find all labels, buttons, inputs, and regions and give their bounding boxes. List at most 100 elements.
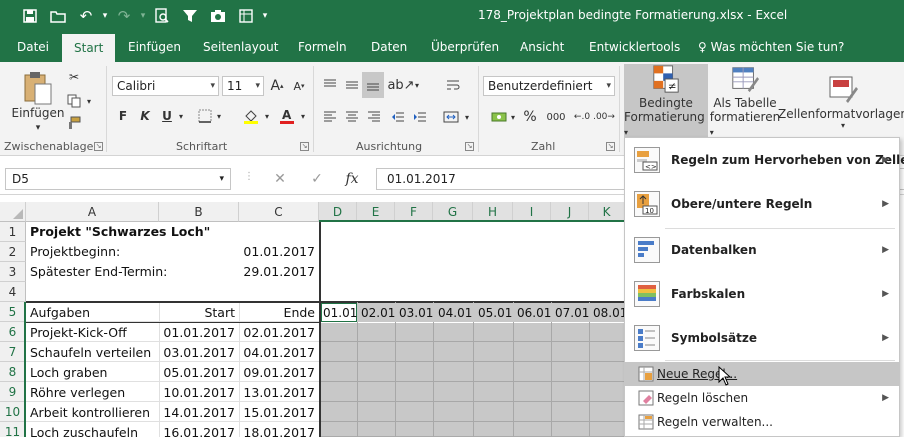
project-title-cell[interactable]: Projekt "Schwarzes Loch" xyxy=(30,222,210,242)
number-launcher-icon[interactable]: ↘ xyxy=(606,142,615,151)
copy-icon[interactable] xyxy=(64,92,84,110)
print-preview-icon[interactable] xyxy=(148,0,176,32)
tab-daten[interactable]: Daten xyxy=(371,32,407,62)
save-icon[interactable] xyxy=(16,0,44,32)
tab-entwicklertools[interactable]: Entwicklertools xyxy=(589,32,680,62)
orientation-icon[interactable]: ab↗ xyxy=(387,74,414,96)
column-header-g[interactable]: G xyxy=(433,202,473,222)
confirm-icon[interactable]: ✓ xyxy=(305,169,329,189)
merge-center-icon[interactable] xyxy=(440,106,462,128)
clipboard-launcher-icon[interactable]: ↘ xyxy=(94,142,103,151)
task-start[interactable]: 05.01.2017 xyxy=(159,363,235,383)
bold-button[interactable]: F xyxy=(114,106,132,126)
row-header-6[interactable]: 6 xyxy=(0,322,26,342)
paste-button[interactable] xyxy=(18,68,58,108)
row-header-3[interactable]: 3 xyxy=(0,262,26,282)
task-end[interactable]: 09.01.2017 xyxy=(239,363,315,383)
wrap-text-icon[interactable] xyxy=(442,74,464,96)
align-center-icon[interactable] xyxy=(342,106,362,128)
underline-dropdown-icon[interactable]: ▾ xyxy=(176,106,186,126)
font-color-dropdown-icon[interactable]: ▾ xyxy=(298,106,308,126)
task-start[interactable]: 16.01.2017 xyxy=(159,423,235,437)
cut-icon[interactable]: ✂ xyxy=(64,68,84,86)
date-cell[interactable]: 01.01 xyxy=(323,303,357,323)
thousands-separator-button[interactable]: 000 xyxy=(544,106,568,128)
column-header-j[interactable]: J xyxy=(551,202,589,222)
align-left-icon[interactable] xyxy=(320,106,340,128)
column-header-e[interactable]: E xyxy=(357,202,395,222)
redo-dropdown-icon[interactable]: ▾ xyxy=(138,11,148,21)
borders-icon[interactable] xyxy=(194,106,216,126)
menu-item-new-rule[interactable]: Neue Regel... xyxy=(625,362,899,386)
cell-styles-button[interactable]: Zellenformatvorlagen ▾ xyxy=(778,64,904,138)
name-box[interactable]: D5 ▾ xyxy=(5,168,231,190)
menu-item-icon-sets[interactable]: Symbolsätze ▶ xyxy=(625,320,899,356)
font-name-combo[interactable]: Calibri ▾ xyxy=(112,76,219,96)
column-header-i[interactable]: I xyxy=(513,202,551,222)
date-cell[interactable]: 08.01 xyxy=(593,303,627,323)
tab-ansicht[interactable]: Ansicht xyxy=(520,32,564,62)
increase-font-icon[interactable]: A ▴ xyxy=(268,76,286,96)
paste-label[interactable]: Einfügen xyxy=(8,104,68,122)
task-name[interactable]: Arbeit kontrollieren xyxy=(30,403,150,423)
alignment-launcher-icon[interactable]: ↘ xyxy=(465,142,474,151)
italic-button[interactable]: K xyxy=(136,106,154,126)
header-tasks[interactable]: Aufgaben xyxy=(30,303,90,323)
row-header-11[interactable]: 11 xyxy=(0,422,26,437)
task-start[interactable]: 01.01.2017 xyxy=(159,323,235,343)
column-header-b[interactable]: B xyxy=(159,202,239,222)
undo-icon[interactable]: ↶ xyxy=(72,0,100,32)
menu-item-manage-rules[interactable]: Regeln verwalten... xyxy=(625,410,899,434)
task-start[interactable]: 14.01.2017 xyxy=(159,403,235,423)
row-header-4[interactable]: 4 xyxy=(0,282,26,302)
sheet-icon[interactable] xyxy=(232,0,260,32)
increase-indent-icon[interactable] xyxy=(410,106,430,128)
date-cell[interactable]: 07.01 xyxy=(555,303,589,323)
task-end[interactable]: 04.01.2017 xyxy=(239,343,315,363)
conditional-formatting-button[interactable]: ≠ Bedingte Formatierung ▾ xyxy=(624,64,708,138)
fill-color-dropdown-icon[interactable]: ▾ xyxy=(262,106,272,126)
row-header-8[interactable]: 8 xyxy=(0,362,26,382)
tab-einfuegen[interactable]: Einfügen xyxy=(128,32,181,62)
open-folder-icon[interactable] xyxy=(44,0,72,32)
currency-dropdown-icon[interactable]: ▾ xyxy=(508,106,518,128)
row-header-1[interactable]: 1 xyxy=(0,222,26,242)
date-cell[interactable]: 02.01 xyxy=(361,303,395,323)
task-name[interactable]: Röhre verlegen xyxy=(30,383,125,403)
menu-item-color-scales[interactable]: Farbskalen ▶ xyxy=(625,276,899,312)
menu-item-highlight-rules[interactable]: <> Regeln zum Hervorheben von Zellen ▶ xyxy=(625,142,904,178)
project-end-value[interactable]: 29.01.2017 xyxy=(239,262,315,282)
header-end[interactable]: Ende xyxy=(239,303,315,323)
menu-item-top-bottom-rules[interactable]: 10 Obere/untere Regeln ▶ xyxy=(625,186,899,222)
font-launcher-icon[interactable]: ↘ xyxy=(300,142,309,151)
row-header-5[interactable]: 5 xyxy=(0,302,26,322)
date-cell[interactable]: 05.01 xyxy=(478,303,512,323)
copy-dropdown-icon[interactable]: ▾ xyxy=(84,92,94,110)
menu-item-clear-rules[interactable]: Regeln löschen ▶ xyxy=(625,386,899,410)
row-header-7[interactable]: 7 xyxy=(0,342,26,362)
project-start-value[interactable]: 01.01.2017 xyxy=(239,242,315,262)
merge-dropdown-icon[interactable]: ▾ xyxy=(462,106,472,128)
task-name[interactable]: Loch graben xyxy=(30,363,107,383)
task-name[interactable]: Schaufeln verteilen xyxy=(30,343,151,363)
project-start-label[interactable]: Projektbeginn: xyxy=(30,242,120,262)
tell-me-search[interactable]: ♀ Was möchten Sie tun? xyxy=(698,32,844,62)
column-header-d[interactable]: D xyxy=(319,202,357,222)
menu-item-data-bars[interactable]: Datenbalken ▶ xyxy=(625,232,899,268)
tab-ueberpruefen[interactable]: Überprüfen xyxy=(431,32,499,62)
filter-icon[interactable] xyxy=(176,0,204,32)
customize-icon[interactable]: ▾ xyxy=(260,11,270,21)
date-cell[interactable]: 06.01 xyxy=(517,303,551,323)
orientation-dropdown-icon[interactable]: ▾ xyxy=(412,74,422,96)
format-painter-icon[interactable] xyxy=(64,114,84,132)
tab-start[interactable]: Start xyxy=(62,34,116,62)
task-start[interactable]: 10.01.2017 xyxy=(159,383,235,403)
task-end[interactable]: 18.01.2017 xyxy=(239,423,315,437)
borders-dropdown-icon[interactable]: ▾ xyxy=(214,106,224,126)
task-end[interactable]: 13.01.2017 xyxy=(239,383,315,403)
format-as-table-button[interactable]: Als Tabelle formatieren ▾ xyxy=(710,64,780,138)
select-all-corner[interactable] xyxy=(0,202,26,222)
column-header-c[interactable]: C xyxy=(239,202,319,222)
align-middle-icon[interactable] xyxy=(342,74,362,96)
paste-dropdown-icon[interactable]: ▾ xyxy=(30,122,46,134)
